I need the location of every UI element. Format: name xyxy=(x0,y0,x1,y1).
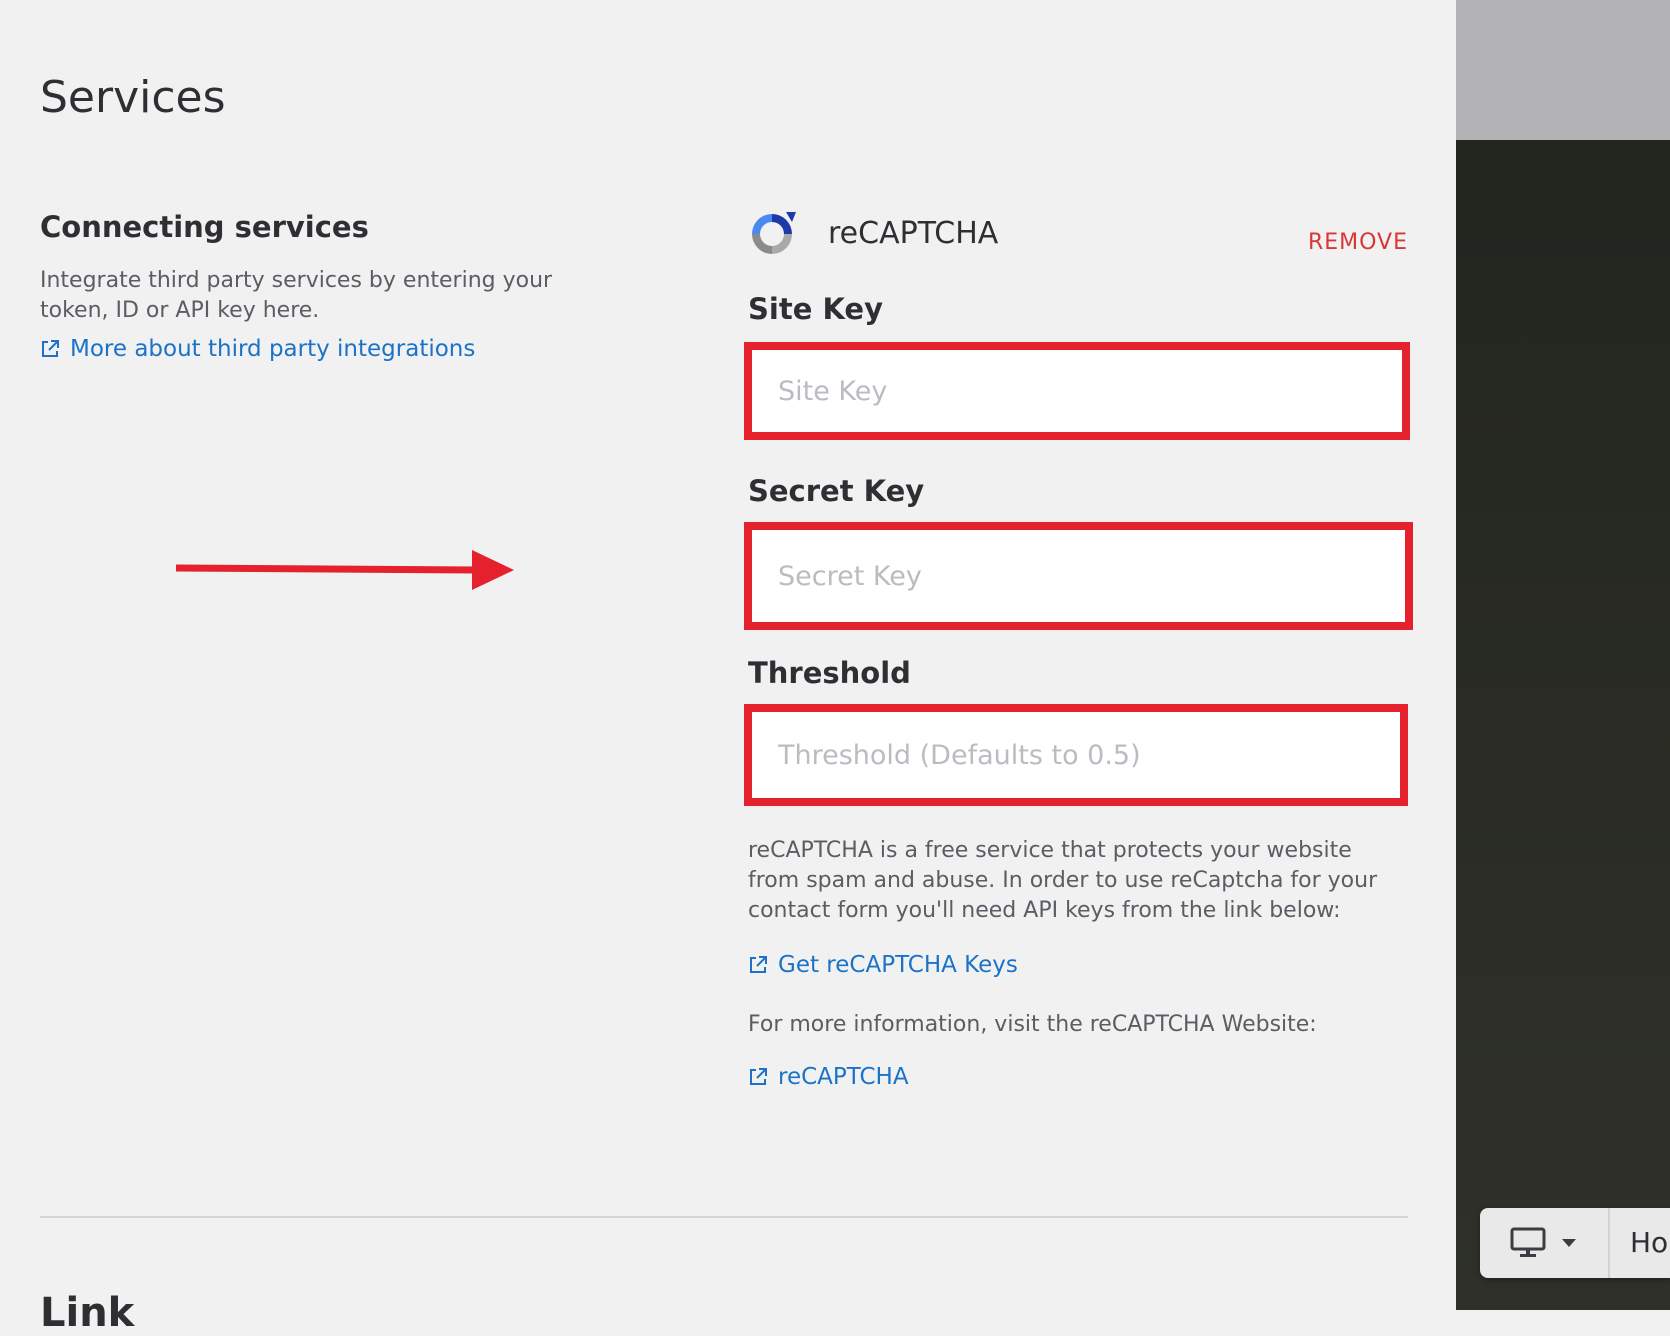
chevron-down-icon xyxy=(1562,1239,1576,1247)
secret-key-label: Secret Key xyxy=(748,474,925,508)
external-link-icon xyxy=(42,340,59,357)
device-switcher-button[interactable] xyxy=(1480,1208,1610,1278)
external-link-icon xyxy=(750,956,767,973)
threshold-input[interactable] xyxy=(752,712,1400,798)
recaptcha-logo-icon xyxy=(752,212,796,254)
third-party-integrations-link[interactable]: More about third party integrations xyxy=(40,336,475,362)
site-key-field-wrapper xyxy=(744,342,1410,440)
secret-key-field-wrapper xyxy=(744,522,1413,630)
preview-header-area xyxy=(1456,0,1670,140)
more-info-text: For more information, visit the reCAPTCH… xyxy=(748,1012,1317,1037)
site-key-input[interactable] xyxy=(752,350,1402,432)
get-recaptcha-keys-link[interactable]: Get reCAPTCHA Keys xyxy=(748,952,1018,978)
secret-key-input[interactable] xyxy=(752,530,1405,622)
recaptcha-info-text: reCAPTCHA is a free service that protect… xyxy=(748,838,1378,923)
threshold-field-wrapper xyxy=(744,704,1408,806)
external-link-icon xyxy=(750,1068,767,1085)
section-heading: Connecting services xyxy=(40,210,369,244)
get-recaptcha-keys-label: Get reCAPTCHA Keys xyxy=(778,952,1018,978)
service-name: reCAPTCHA xyxy=(828,216,999,251)
preview-page-label: Ho xyxy=(1630,1226,1669,1259)
section-intro: Connecting services Integrate third part… xyxy=(40,210,600,363)
section-description: Integrate third party services by enteri… xyxy=(40,268,553,323)
recaptcha-service: reCAPTCHA REMOVE xyxy=(748,208,1408,268)
remove-button[interactable]: REMOVE xyxy=(1308,230,1408,255)
service-header: reCAPTCHA REMOVE xyxy=(748,208,1408,268)
recaptcha-website-label: reCAPTCHA xyxy=(778,1064,909,1090)
next-section-heading: Link xyxy=(40,1290,135,1336)
settings-panel: Services Connecting services Integrate t… xyxy=(0,0,1456,1336)
page-title: Services xyxy=(40,72,226,123)
recaptcha-website-link[interactable]: reCAPTCHA xyxy=(748,1064,909,1090)
section-divider xyxy=(40,1216,1408,1218)
device-toolbar: Ho xyxy=(1480,1208,1670,1278)
annotation-arrow-icon xyxy=(176,550,514,590)
threshold-label: Threshold xyxy=(748,656,911,690)
monitor-icon xyxy=(1510,1227,1546,1257)
site-preview: Ho xyxy=(1456,0,1670,1310)
site-key-label: Site Key xyxy=(748,292,883,326)
third-party-integrations-link-label: More about third party integrations xyxy=(70,336,476,362)
